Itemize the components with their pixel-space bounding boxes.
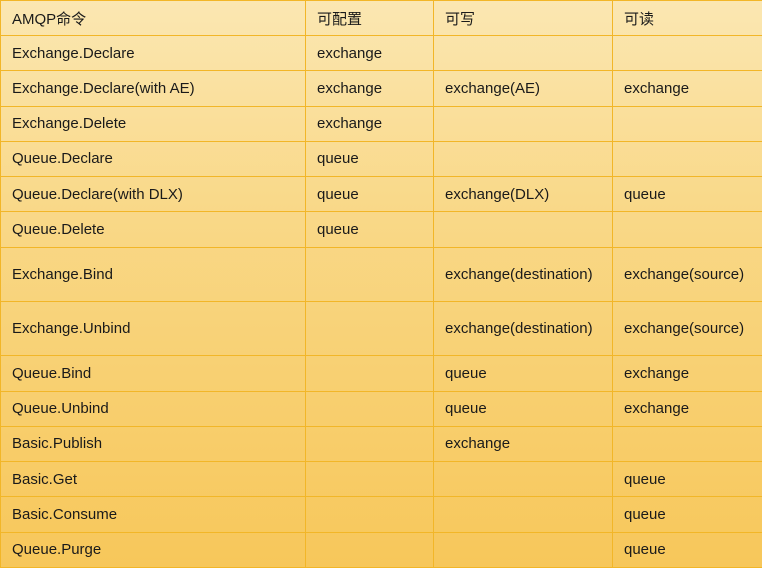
cell-write: queue (433, 355, 613, 392)
cell-command: Exchange.Declare(with AE) (0, 70, 306, 107)
cell-command: Queue.Delete (0, 211, 306, 248)
cell-read: exchange(source) (612, 300, 762, 357)
cell-read: exchange (612, 390, 762, 427)
cell-write (433, 34, 613, 72)
table-row: Queue.Declare(with DLX) queue exchange(D… (0, 175, 762, 213)
cell-read: queue (612, 175, 762, 213)
cell-read (612, 211, 762, 248)
cell-command: Exchange.Delete (0, 105, 306, 142)
cell-configure (305, 461, 434, 498)
cell-write (433, 461, 613, 498)
cell-write: exchange (433, 425, 613, 463)
cell-configure (305, 531, 434, 568)
cell-read: exchange (612, 355, 762, 392)
cell-write (433, 211, 613, 248)
cell-read (612, 34, 762, 72)
amqp-permissions-table: AMQP命令 可配置 可写 可读 Exchange.Declare exchan… (0, 0, 762, 568)
table-row: Queue.Purge queue (0, 531, 762, 568)
table-row: Queue.Declare queue (0, 140, 762, 178)
cell-write (433, 105, 613, 142)
permissions-table-container: AMQP命令 可配置 可写 可读 Exchange.Declare exchan… (0, 0, 762, 568)
cell-read: queue (612, 496, 762, 533)
cell-command: Exchange.Declare (0, 34, 306, 72)
table-row: Exchange.Delete exchange (0, 105, 762, 142)
cell-write: exchange(destination) (433, 300, 613, 357)
cell-read: exchange(source) (612, 246, 762, 302)
header-write: 可写 (433, 0, 613, 36)
table-row: Queue.Delete queue (0, 211, 762, 248)
header-amqp-command: AMQP命令 (0, 0, 306, 36)
cell-configure: queue (305, 175, 434, 213)
cell-write: exchange(destination) (433, 246, 613, 302)
cell-read (612, 425, 762, 463)
cell-command: Queue.Declare(with DLX) (0, 175, 306, 213)
cell-command: Queue.Purge (0, 531, 306, 568)
cell-configure (305, 300, 434, 357)
cell-configure (305, 425, 434, 463)
cell-configure (305, 246, 434, 302)
cell-configure: queue (305, 140, 434, 178)
table-row: Exchange.Declare exchange (0, 34, 762, 72)
cell-write (433, 531, 613, 568)
cell-write: exchange(DLX) (433, 175, 613, 213)
table-header-row: AMQP命令 可配置 可写 可读 (0, 0, 762, 36)
table-row: Basic.Consume queue (0, 496, 762, 533)
cell-write (433, 140, 613, 178)
header-read: 可读 (612, 0, 762, 36)
cell-configure (305, 496, 434, 533)
table-row: Exchange.Bind exchange(destination) exch… (0, 246, 762, 302)
cell-command: Basic.Publish (0, 425, 306, 463)
cell-configure: exchange (305, 105, 434, 142)
table-row: Queue.Unbind queue exchange (0, 390, 762, 427)
cell-configure: queue (305, 211, 434, 248)
cell-command: Basic.Consume (0, 496, 306, 533)
cell-command: Exchange.Bind (0, 246, 306, 302)
cell-read (612, 140, 762, 178)
cell-command: Exchange.Unbind (0, 300, 306, 357)
cell-command: Queue.Declare (0, 140, 306, 178)
cell-write: queue (433, 390, 613, 427)
table-row: Exchange.Declare(with AE) exchange excha… (0, 70, 762, 107)
cell-read: queue (612, 461, 762, 498)
cell-read: queue (612, 531, 762, 568)
cell-configure: exchange (305, 70, 434, 107)
header-configure: 可配置 (305, 0, 434, 36)
cell-configure (305, 355, 434, 392)
cell-write: exchange(AE) (433, 70, 613, 107)
cell-configure: exchange (305, 34, 434, 72)
table-row: Queue.Bind queue exchange (0, 355, 762, 392)
cell-write (433, 496, 613, 533)
cell-command: Queue.Bind (0, 355, 306, 392)
cell-read (612, 105, 762, 142)
table-row: Basic.Get queue (0, 461, 762, 498)
cell-command: Basic.Get (0, 461, 306, 498)
cell-configure (305, 390, 434, 427)
table-row: Exchange.Unbind exchange(destination) ex… (0, 300, 762, 357)
cell-command: Queue.Unbind (0, 390, 306, 427)
table-row: Basic.Publish exchange (0, 425, 762, 463)
cell-read: exchange (612, 70, 762, 107)
